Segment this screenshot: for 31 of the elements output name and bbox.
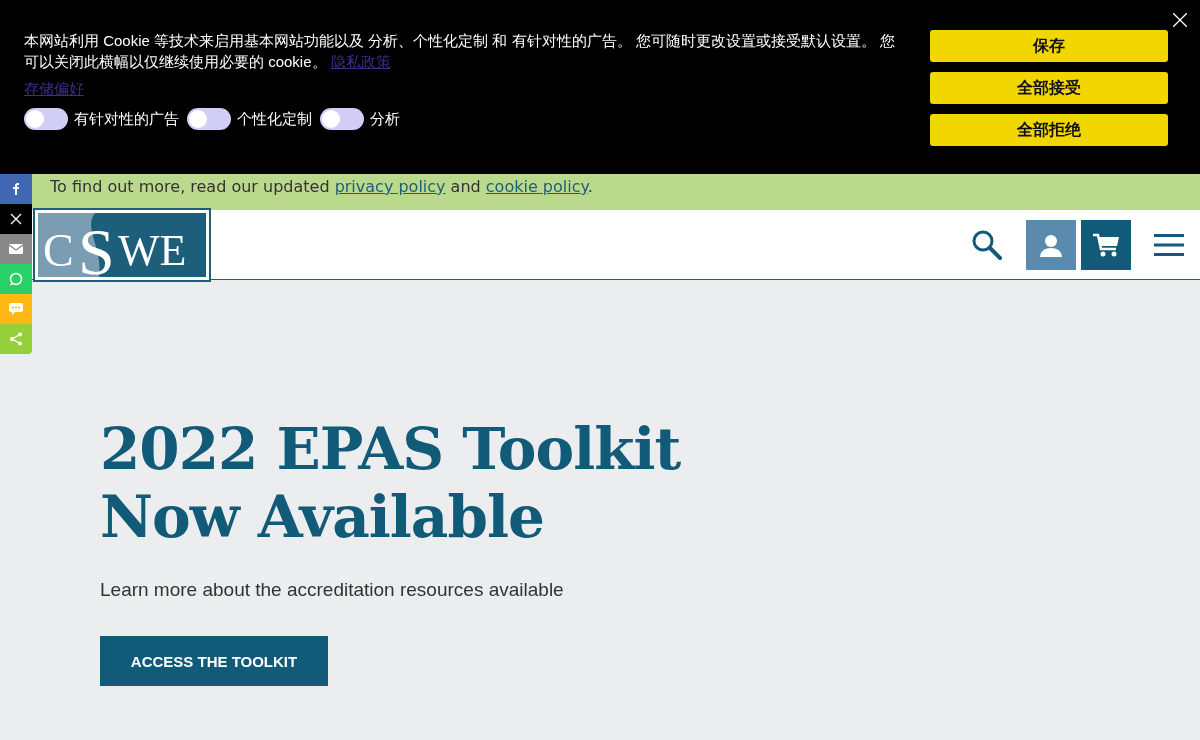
person-icon (1039, 232, 1063, 257)
cookie-message: 本网站利用 Cookie 等技术来启用基本网站功能以及 分析、个性化定制 和 有针对性的广告。 您可随时更改设置或接受默认设置。 您可以关闭此横幅以仅继续使用必要的 cookie。 隐私政策 (24, 31, 896, 72)
toggle-switch[interactable] (24, 108, 68, 130)
cookie-button[interactable]: 全部接受 (930, 72, 1168, 104)
toggle-label: 有针对性的广告 (74, 109, 179, 129)
cart-button[interactable] (1081, 219, 1131, 270)
x-icon (10, 213, 22, 225)
account-button[interactable] (1026, 219, 1076, 270)
sms-icon (9, 303, 23, 315)
envelope-icon (9, 244, 23, 254)
facebook-share-button[interactable] (0, 174, 32, 204)
cookie-policy-link[interactable]: cookie policy (485, 177, 588, 196)
access-toolkit-button[interactable]: ACCESS THE TOOLKIT (100, 636, 328, 686)
x-share-button[interactable] (0, 204, 32, 234)
facebook-icon (10, 183, 22, 195)
privacy-policy-link[interactable]: privacy policy (334, 177, 446, 196)
cookie-button[interactable]: 保存 (930, 30, 1168, 62)
search-icon[interactable] (971, 228, 1003, 261)
share-icon (9, 332, 23, 346)
toggle-label: 分析 (370, 109, 400, 129)
toggle-switch[interactable] (187, 108, 231, 130)
close-icon[interactable] (1173, 13, 1187, 27)
toggle-label: 个性化定制 (237, 109, 312, 129)
cart-icon (1092, 231, 1120, 258)
chat-bubble-icon (9, 272, 23, 286)
menu-icon[interactable] (1154, 232, 1184, 257)
toggle-switch[interactable] (320, 108, 364, 130)
cookie-button[interactable]: 全部拒绝 (930, 114, 1168, 146)
notice-text: To find out more, read our updated privacy policy and cookie policy. (50, 177, 593, 196)
hero-subtitle: Learn more about the accreditation resources available (100, 579, 565, 601)
hero-title: 2022 EPAS Toolkit Now Available (100, 415, 682, 551)
